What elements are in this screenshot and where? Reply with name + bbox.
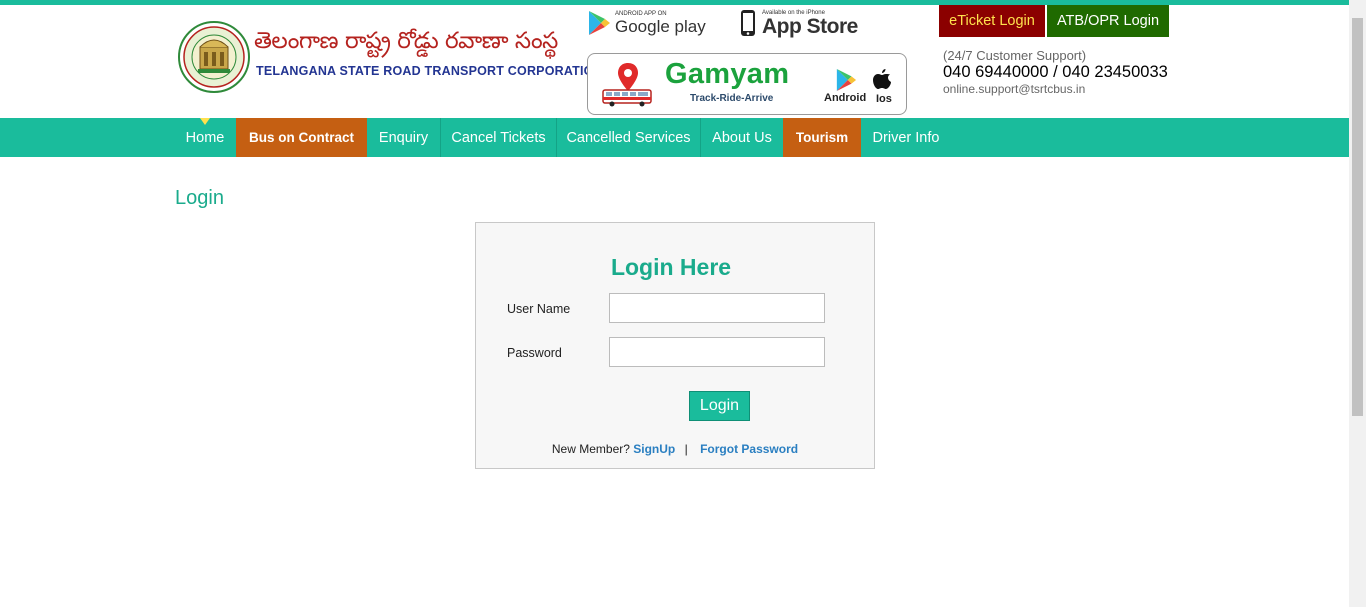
nav-item-driver-info[interactable]: Driver Info (861, 118, 951, 157)
gamyam-title: Gamyam (665, 58, 790, 90)
nav-item-enquiry[interactable]: Enquiry (367, 118, 441, 157)
logo-telugu-text: తెలంగాణ రాష్ట్ర రోడ్డు రవాణా సంస్థ (254, 28, 558, 54)
nav-item-about-us[interactable]: About Us (701, 118, 783, 157)
member-links-row: New Member? SignUp | Forgot Password (476, 442, 874, 456)
password-input[interactable] (609, 337, 825, 367)
customer-support-email: online.support@tsrtcbus.in (943, 82, 1086, 96)
login-button[interactable]: Login (689, 391, 750, 421)
eticket-login-button[interactable]: eTicket Login (939, 5, 1045, 37)
nav-item-bus-on-contract[interactable]: Bus on Contract (236, 118, 367, 157)
logo-english-text: TELANGANA STATE ROAD TRANSPORT CORPORATI… (256, 64, 603, 78)
link-separator: | (684, 442, 688, 456)
google-play-big-text: Google play (615, 16, 706, 36)
gamyam-ios-label: Ios (876, 93, 892, 105)
tsrtc-logo-emblem[interactable] (178, 21, 250, 93)
app-store-big-text: App Store (762, 14, 858, 38)
bus-icon (602, 89, 652, 107)
google-play-link[interactable]: ANDROID APP ON Google play (587, 8, 706, 38)
scrollbar-thumb[interactable] (1352, 18, 1363, 416)
customer-support-label: (24/7 Customer Support) (943, 48, 1087, 63)
nav-item-tourism[interactable]: Tourism (783, 118, 861, 157)
nav-item-cancelled-services[interactable]: Cancelled Services (557, 118, 701, 157)
gamyam-android-label: Android (824, 92, 867, 104)
location-pin-icon (618, 63, 638, 91)
username-label: User Name (507, 302, 571, 316)
nav-item-cancel-tickets[interactable]: Cancel Tickets (441, 118, 557, 157)
apple-icon[interactable] (872, 68, 892, 90)
login-form-box: Login Here User Name Password Login New … (475, 222, 875, 469)
android-play-icon[interactable] (835, 68, 857, 92)
active-nav-caret-icon (200, 118, 210, 125)
atb-opr-login-button[interactable]: ATB/OPR Login (1047, 5, 1169, 37)
google-play-icon (589, 11, 610, 35)
signup-link[interactable]: SignUp (633, 442, 675, 456)
gamyam-tagline: Track-Ride-Arrive (690, 93, 774, 104)
new-member-text: New Member? (551, 442, 630, 456)
password-label: Password (507, 346, 562, 360)
page-title: Login (175, 187, 224, 209)
customer-support-phones: 040 69440000 / 040 23450033 (943, 63, 1168, 81)
gamyam-app-banner[interactable]: Gamyam Track-Ride-Arrive Android Ios (587, 53, 907, 115)
login-title: Login Here (610, 254, 732, 280)
username-input[interactable] (609, 293, 825, 323)
app-store-link[interactable]: Available on the iPhone App Store (740, 8, 858, 38)
iphone-icon (741, 10, 755, 36)
forgot-password-link[interactable]: Forgot Password (700, 442, 798, 456)
page-scrollbar[interactable] (1349, 0, 1366, 607)
